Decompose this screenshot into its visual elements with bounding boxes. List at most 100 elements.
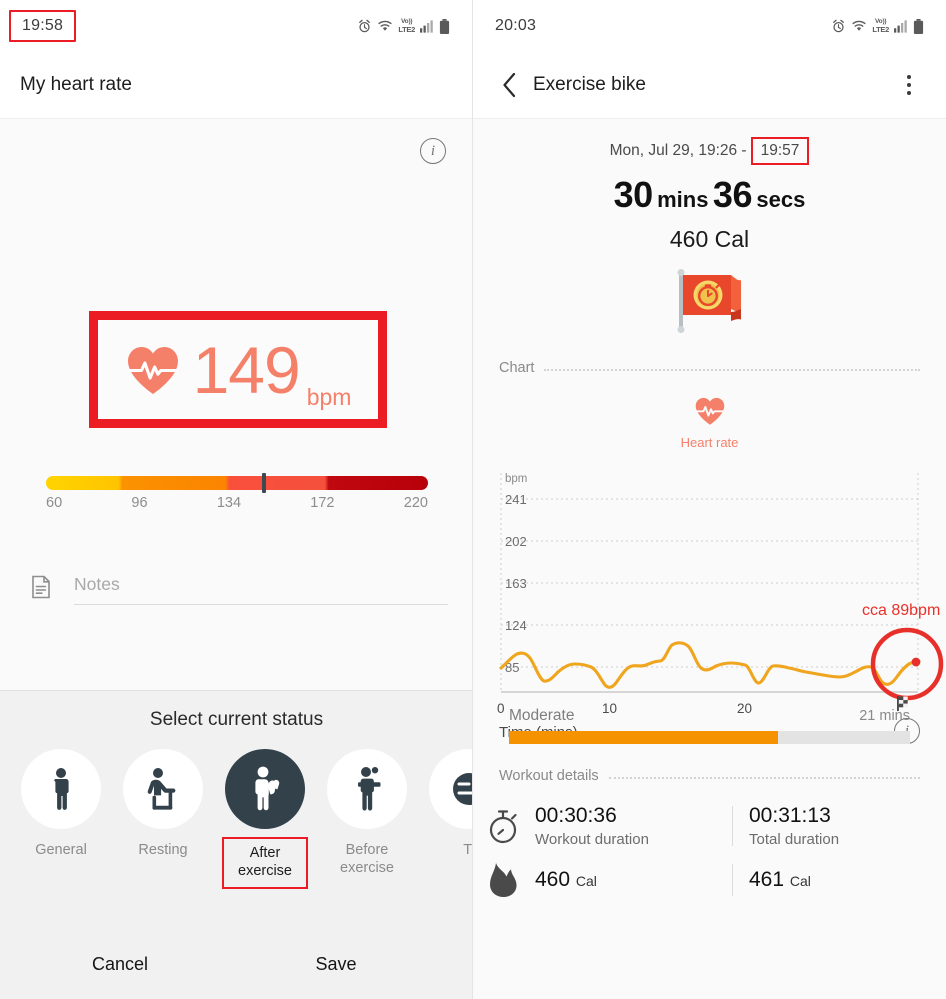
- details-section-header: Workout details: [499, 768, 920, 784]
- chart-section-label: Chart: [499, 360, 535, 376]
- heart-rate-unit: bpm: [306, 384, 352, 410]
- chart-end-point: [911, 657, 921, 667]
- status-bubble[interactable]: [123, 749, 203, 829]
- workout-calories: 460 Cal: [669, 226, 750, 252]
- status-bottom-sheet: Select current status General Resting Af…: [0, 690, 473, 999]
- heart-rate-value: 149: [192, 332, 301, 407]
- chart-y-tick: 163: [505, 576, 527, 591]
- battery-icon: [913, 18, 924, 34]
- chart-y-tick: 202: [505, 534, 527, 549]
- status-option-resting[interactable]: Resting: [112, 749, 214, 859]
- chart-y-tick: 241: [505, 492, 527, 507]
- volte-icon: Vo)) LTE2: [398, 18, 415, 34]
- duration-mins-unit: mins: [657, 187, 709, 212]
- scale-tick: 172: [310, 495, 335, 511]
- total-calories-value: 461 Cal: [749, 868, 946, 892]
- sheet-actions: Cancel Save: [0, 930, 473, 999]
- intensity-progress-fill: [509, 731, 778, 744]
- workout-date-range: Mon, Jul 29, 19:26 - 19:57: [473, 137, 946, 165]
- heart-pulse-icon: [125, 344, 181, 396]
- cancel-button[interactable]: Cancel: [0, 954, 250, 975]
- intensity-progress-track: [509, 731, 910, 744]
- status-option-label: Resting: [138, 842, 188, 858]
- workout-end-time: 19:57: [750, 137, 810, 165]
- status-bubble[interactable]: [327, 749, 407, 829]
- workout-duration-headline: 30 mins 36 secs: [473, 177, 946, 213]
- calories-burned-unit: Cal: [575, 873, 597, 889]
- detail-divider: [732, 864, 733, 896]
- total-calories-unit: Cal: [789, 873, 811, 889]
- detail-divider: [732, 806, 733, 846]
- duration-secs-unit: secs: [756, 187, 806, 212]
- workout-date-text: Mon, Jul 29, 19:26 -: [609, 142, 747, 159]
- detail-right: 00:31:13 Total duration: [749, 804, 946, 848]
- signal-icon: [894, 19, 908, 33]
- wifi-icon: [851, 19, 867, 33]
- workout-duration-label: Workout duration: [535, 831, 649, 848]
- heart-rate-info-icon[interactable]: i: [420, 138, 446, 164]
- chart-x-tick: 20: [737, 701, 752, 716]
- alarm-icon: [831, 19, 846, 34]
- scale-tick: 134: [216, 495, 242, 511]
- total-duration-label: Total duration: [749, 831, 840, 848]
- checkered-flag-icon: [897, 696, 908, 711]
- person-sitting-icon: [147, 768, 176, 810]
- save-button[interactable]: Save: [250, 954, 473, 975]
- page-title: My heart rate: [20, 74, 132, 95]
- left-app-bar: My heart rate: [0, 52, 472, 118]
- person-towel-icon: [358, 767, 381, 811]
- dual-phone-screenshot: 19:58 Vo)) LTE2 My heart rate i 149 bpm …: [0, 0, 946, 999]
- stopwatch-icon: [473, 807, 535, 845]
- status-bubble[interactable]: [225, 749, 305, 829]
- detail-row-duration: 00:30:36 Workout duration 00:31:13 Total…: [473, 790, 946, 848]
- right-phone-panel: 20:03 Vo)) LTE2 Exercise bike Mon, Jul 2…: [473, 0, 946, 999]
- chart-legend[interactable]: Heart rate: [473, 396, 946, 450]
- workout-title: Exercise bike: [533, 74, 646, 95]
- sheet-title: Select current status: [149, 709, 324, 730]
- heart-pulse-icon: [694, 396, 726, 431]
- heart-rate-chart[interactable]: bpm 241 202 163 124 85 0 10 20 cca 89bpm: [473, 468, 946, 744]
- chevron-left-icon[interactable]: [493, 68, 527, 102]
- status-option-general[interactable]: General: [10, 749, 112, 859]
- status-bubble[interactable]: [21, 749, 101, 829]
- detail-row-calories: 460 Cal 461 Cal: [473, 848, 946, 898]
- scale-tick: 96: [131, 495, 148, 511]
- status-option-tired[interactable]: Ti: [418, 749, 472, 859]
- heart-rate-chart-svg: bpm 241 202 163 124 85 0 10 20 cca 89bpm: [497, 473, 944, 716]
- heart-rate-body: i 149 bpm 60 96 134 172 220 Notes: [0, 119, 472, 728]
- left-status-icons: Vo)) LTE2: [357, 18, 450, 34]
- heart-rate-scale-ticks: 60 96 134 172 220: [46, 495, 428, 511]
- total-duration-value: 00:31:13: [749, 804, 831, 827]
- status-bubble[interactable]: [429, 749, 472, 829]
- left-status-time: 19:58: [9, 10, 77, 42]
- chart-section-header: Chart: [499, 360, 920, 376]
- status-option-after-exercise[interactable]: After exercise: [214, 749, 316, 890]
- chart-y-tick: 124: [505, 618, 527, 633]
- status-options-row[interactable]: General Resting After exercise Before ex…: [0, 731, 472, 890]
- detail-right: 461 Cal: [749, 868, 946, 892]
- heart-rate-gradient-bar: [46, 473, 428, 493]
- status-option-label-line2: exercise: [340, 860, 394, 877]
- status-option-label: Before exercise: [340, 841, 394, 877]
- heart-rate-marker: [261, 473, 266, 493]
- workout-details-list: 00:30:36 Workout duration 00:31:13 Total…: [473, 790, 946, 898]
- chart-y-unit: bpm: [505, 473, 527, 485]
- duration-mins-value: 30: [613, 174, 654, 215]
- workout-badge: [473, 269, 946, 338]
- right-status-icons: Vo)) LTE2: [831, 18, 924, 34]
- status-option-label-line1: Before: [345, 842, 389, 858]
- status-option-label-line1: After: [249, 845, 281, 861]
- kebab-menu-icon[interactable]: [892, 68, 926, 102]
- section-dotted-rule: [544, 369, 920, 371]
- person-flexing-icon: [255, 766, 280, 811]
- person-standing-icon: [54, 768, 69, 810]
- status-option-label: After exercise: [222, 837, 308, 890]
- note-document-icon: [30, 575, 52, 599]
- left-status-bar: 19:58 Vo)) LTE2: [0, 0, 472, 52]
- status-option-before-exercise[interactable]: Before exercise: [316, 749, 418, 877]
- person-tired-icon: [453, 773, 472, 805]
- left-phone-panel: 19:58 Vo)) LTE2 My heart rate i 149 bpm …: [0, 0, 473, 999]
- flame-icon: [473, 862, 535, 898]
- notes-input[interactable]: [74, 574, 448, 605]
- notes-row: [30, 574, 448, 605]
